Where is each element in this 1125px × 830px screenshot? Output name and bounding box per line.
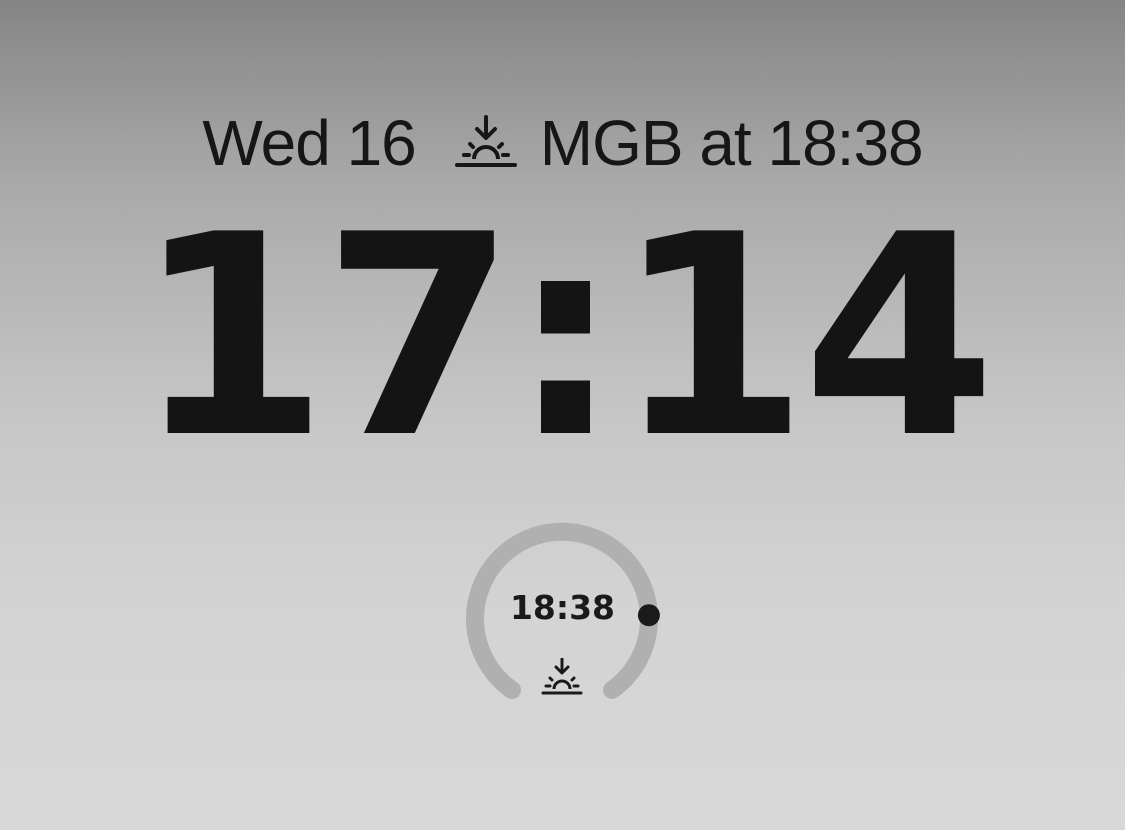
widget-time-label: 18:38: [509, 588, 616, 627]
date-line[interactable]: Wed 16 MGB at 18:38: [0, 107, 1125, 179]
sunset-icon: [454, 115, 518, 171]
sunset-icon: [540, 658, 584, 696]
date-label: Wed 16: [202, 107, 416, 179]
clock-time[interactable]: 17:14: [0, 192, 1125, 482]
event-label: MGB at 18:38: [539, 107, 924, 179]
lock-screen: Wed 16 MGB at 18:38 17:14 18:38: [0, 0, 1125, 830]
